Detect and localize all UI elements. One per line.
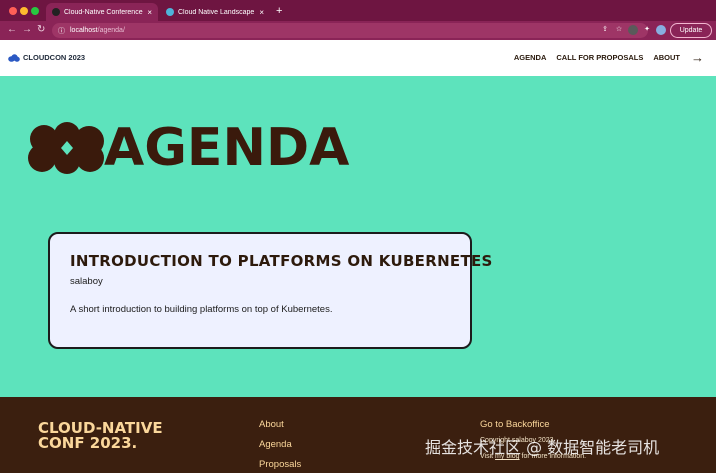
brand-name: CLOUDCON 2023 [23,53,86,62]
puzzle-icon[interactable]: ✦ [642,25,652,35]
close-tab-icon[interactable]: × [147,8,152,17]
new-tab-button[interactable]: + [276,5,282,17]
backoffice-link[interactable]: Go to Backoffice [480,419,550,430]
tab-title: Cloud Native Landscape [178,8,255,16]
forward-arrow-icon[interactable]: → [22,24,32,36]
footer-brand-line2: CONF 2023. [38,434,138,452]
update-label: Update [679,27,703,34]
tab-title: Cloud-Native Conference 2023 [64,8,144,16]
session-title: INTRODUCTION TO PLATFORMS ON KUBERNETES [70,252,493,270]
tab-cloud-native-landscape[interactable]: Cloud Native Landscape × [160,3,270,21]
watermark: 掘金技术社区 @ 数据智能老司机 [425,438,660,457]
site-logo[interactable]: CLOUDCON 2023 [8,53,85,62]
nav-about[interactable]: ABOUT [653,53,680,62]
url-host: localhost [70,27,98,34]
footer-brand: CLOUD-NATIVE CONF 2023. [38,421,163,451]
back-arrow-icon[interactable]: ← [7,24,17,36]
session-description: A short introduction to building platfor… [70,304,333,315]
cloud-logo-icon [28,122,104,174]
close-window-button[interactable] [9,7,17,15]
cloud-icon [8,53,20,62]
update-button[interactable]: Update [670,23,712,38]
avatar[interactable] [656,25,666,35]
address-bar[interactable]: ⓘ localhost/agenda/ [52,23,648,38]
nav-agenda[interactable]: AGENDA [514,53,547,62]
extension-icon[interactable] [628,25,638,35]
maximize-window-button[interactable] [31,7,39,15]
session-author: salaboy [70,276,103,287]
login-arrow-icon[interactable]: → [691,50,704,65]
nav-call-for-proposals[interactable]: CALL FOR PROPOSALS [556,53,643,62]
page-title: AGENDA [104,118,350,178]
share-icon[interactable]: ⇪ [600,25,610,35]
footer-link-about[interactable]: About [259,419,301,430]
reload-icon[interactable]: ↻ [37,24,45,36]
browser-chrome: Cloud-Native Conference 2023 × Cloud Nat… [0,0,716,40]
tab-bar: Cloud-Native Conference 2023 × Cloud Nat… [0,0,716,21]
footer-link-agenda[interactable]: Agenda [259,439,301,450]
url-path: /agenda/ [97,27,125,34]
footer-link-proposals[interactable]: Proposals [259,459,301,470]
tab-cloud-native-conference[interactable]: Cloud-Native Conference 2023 × [46,3,158,21]
landscape-favicon-icon [166,8,174,16]
session-card[interactable]: INTRODUCTION TO PLATFORMS ON KUBERNETES … [48,232,492,349]
star-icon[interactable]: ☆ [614,25,624,35]
minimize-window-button[interactable] [20,7,28,15]
address-row: ← → ↻ ⓘ localhost/agenda/ ⇪ ☆ ✦ Update [0,21,716,40]
footer-links: About Agenda Proposals [259,419,301,470]
close-tab-icon[interactable]: × [259,8,264,17]
site-info-icon[interactable]: ⓘ [58,26,65,36]
site-header: CLOUDCON 2023 AGENDA CALL FOR PROPOSALS … [0,40,716,76]
main-nav: AGENDA CALL FOR PROPOSALS ABOUT [514,53,680,62]
triangle-favicon-icon [52,8,60,16]
